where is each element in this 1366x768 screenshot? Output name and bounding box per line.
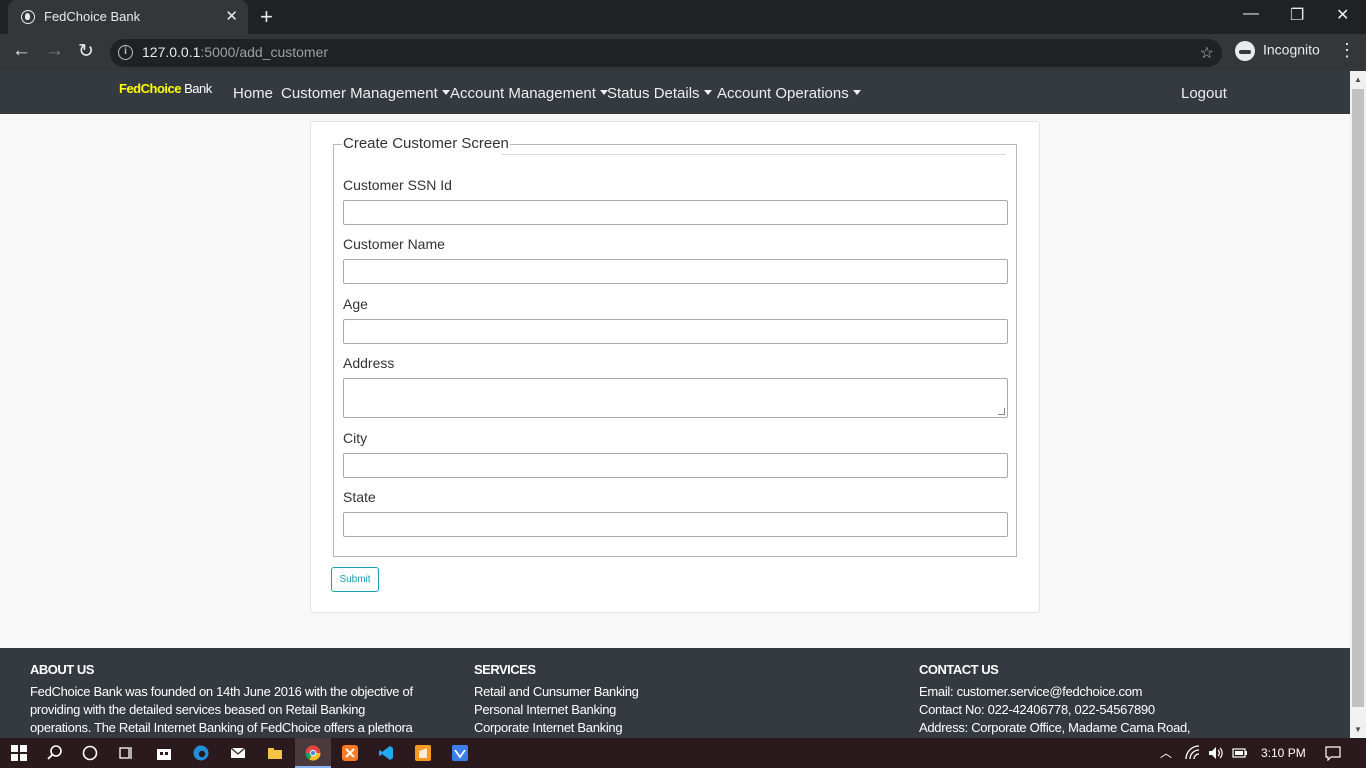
edge-icon[interactable] [193,745,209,761]
label-address: Address [343,355,395,371]
submit-button[interactable]: Submit [331,567,379,592]
url-text[interactable]: 127.0.0.1:5000/add_customer [142,44,328,60]
address-bar[interactable]: i 127.0.0.1:5000/add_customer ☆ [110,39,1222,67]
search-icon[interactable] [47,745,63,761]
task-view-icon[interactable] [118,745,134,761]
about-us-line: operations. The Retail Internet Banking … [30,720,413,735]
chevron-down-icon [441,89,450,95]
create-customer-card: Create Customer Screen Customer SSN Id C… [310,121,1040,613]
service-link[interactable]: Corporate Internet Banking [474,720,623,735]
nav-home[interactable]: Home [233,85,273,102]
page-scrollbar[interactable]: ▲ ▼ [1350,71,1366,738]
nav-customer-management[interactable]: Customer Management [281,85,450,102]
notification-icon[interactable] [1325,745,1341,761]
city-input[interactable] [343,453,1008,478]
form-legend: Create Customer Screen [342,135,510,152]
about-us-line: providing with the detailed services bea… [30,702,366,717]
vscode-icon[interactable] [378,745,394,761]
store-icon[interactable] [156,745,172,761]
new-tab-button[interactable]: + [260,4,273,30]
tab-close-icon[interactable]: ✕ [225,7,238,25]
ssn-id-input[interactable] [343,200,1008,225]
windows-start-icon[interactable] [11,745,27,761]
wifi-icon[interactable] [1185,745,1201,761]
mail-icon[interactable] [230,745,246,761]
legend-divider [502,154,1006,155]
windows-taskbar: ︿ 3:10 PM [0,738,1366,768]
age-input[interactable] [343,319,1008,344]
label-city: City [343,430,368,446]
scroll-down-icon[interactable]: ▼ [1354,725,1362,734]
clock-time[interactable]: 3:10 PM [1261,746,1306,760]
about-us-heading: ABOUT US [30,662,94,677]
state-input[interactable] [343,512,1008,537]
taskbar-chrome-active[interactable] [295,738,331,768]
nav-account-management[interactable]: Account Management [450,85,608,102]
forward-icon[interactable]: → [45,40,64,62]
brand-logo[interactable]: FedChoice Bank [119,81,212,96]
label-state: State [343,489,376,505]
info-icon[interactable]: i [118,45,133,60]
reload-icon[interactable]: ↻ [78,40,94,63]
globe-icon [21,10,35,24]
minimize-icon[interactable]: — [1243,5,1259,23]
contact-phone: Contact No: 022-42406778, 022-54567890 [919,702,1155,717]
folder-icon[interactable] [267,745,283,761]
sublime-icon[interactable] [415,745,431,761]
contact-address: Address: Corporate Office, Madame Cama R… [919,720,1191,735]
app-icon[interactable] [452,745,468,761]
label-customer-name: Customer Name [343,236,445,252]
contact-us-heading: CONTACT US [919,662,999,677]
chevron-down-icon [852,89,861,95]
chevron-down-icon [703,89,712,95]
chrome-icon [305,745,321,761]
window-close-icon[interactable]: ✕ [1336,5,1349,25]
incognito-icon [1235,41,1255,61]
back-icon[interactable]: ← [12,40,31,62]
browser-title-bar: FedChoice Bank ✕ + — ❐ ✕ [0,0,1366,34]
nav-logout[interactable]: Logout [1181,85,1227,102]
cortana-icon[interactable] [82,745,98,761]
services-heading: SERVICES [474,662,536,677]
contact-email: Email: customer.service@fedchoice.com [919,684,1143,699]
label-age: Age [343,296,368,312]
browser-toolbar: ← → ↻ i 127.0.0.1:5000/add_customer ☆ In… [0,34,1366,71]
resize-grip-icon[interactable] [998,408,1005,415]
restore-icon[interactable]: ❐ [1290,5,1304,25]
tab-title: FedChoice Bank [44,9,141,24]
create-customer-fieldset: Create Customer Screen Customer SSN Id C… [333,135,1017,557]
browser-tab[interactable]: FedChoice Bank ✕ [8,0,248,34]
site-footer: ABOUT US FedChoice Bank was founded on 1… [0,648,1350,738]
customer-name-input[interactable] [343,259,1008,284]
address-textarea[interactable] [343,378,1008,418]
scroll-up-icon[interactable]: ▲ [1354,75,1362,84]
service-link[interactable]: Personal Internet Banking [474,702,616,717]
site-navbar: FedChoice Bank Home Customer Management … [0,71,1350,114]
incognito-indicator[interactable]: Incognito [1235,41,1320,61]
volume-icon[interactable] [1208,745,1224,761]
service-link[interactable]: Retail and Cunsumer Banking [474,684,639,699]
about-us-line: FedChoice Bank was founded on 14th June … [30,684,413,699]
nav-status-details[interactable]: Status Details [607,85,712,102]
label-ssn-id: Customer SSN Id [343,177,452,193]
xampp-icon[interactable] [342,745,358,761]
scrollbar-thumb[interactable] [1352,89,1364,707]
nav-account-operations[interactable]: Account Operations [717,85,861,102]
tray-chevron-up-icon[interactable]: ︿ [1160,744,1172,761]
bookmark-star-icon[interactable]: ☆ [1200,43,1214,63]
browser-menu-icon[interactable]: ⋮ [1338,40,1356,61]
battery-icon[interactable] [1232,745,1248,761]
